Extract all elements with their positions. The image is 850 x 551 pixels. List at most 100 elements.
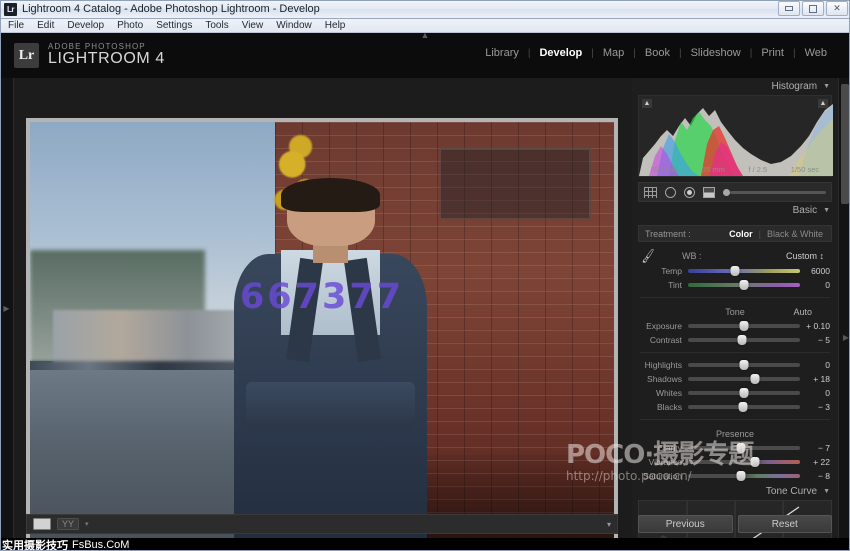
slider-vibrance[interactable]: Vibrance + 22: [640, 455, 830, 469]
slider-label: Highlights: [640, 360, 688, 370]
slider-whites[interactable]: Whites 0: [640, 386, 830, 400]
crop-overlay-icon[interactable]: [644, 187, 657, 198]
slider-value: − 7: [800, 443, 830, 453]
eyedropper-icon[interactable]: 🖌: [637, 246, 659, 264]
exif-readout: ISO 640 35 mm f / 2.5 1/50 sec: [639, 165, 831, 174]
photo-subject-arms: [246, 382, 415, 429]
menu-view[interactable]: View: [242, 20, 264, 31]
basic-panel-header[interactable]: Basic ▼: [632, 202, 838, 219]
red-eye-icon[interactable]: [684, 187, 695, 198]
slider-value: + 22: [800, 457, 830, 467]
slider-blacks[interactable]: Blacks − 3: [640, 400, 830, 414]
status-bar-site: FsBus.CoM: [72, 539, 129, 551]
slider-track[interactable]: [688, 363, 800, 367]
module-book[interactable]: Book: [636, 47, 679, 59]
slider-value: + 18: [800, 374, 830, 384]
slider-value: 6000: [800, 266, 830, 276]
histogram-graph[interactable]: ▲ ▲ ISO 640 35 mm f / 2.5 1/50 sec: [638, 95, 832, 177]
minimize-button[interactable]: [778, 1, 800, 16]
previous-button[interactable]: Previous: [638, 515, 733, 533]
toolbar-options-chevron-down-icon[interactable]: ▾: [607, 520, 611, 529]
module-web[interactable]: Web: [796, 47, 836, 59]
slider-value: 0: [800, 280, 830, 290]
module-develop[interactable]: Develop: [530, 47, 591, 59]
auto-tone-button[interactable]: Auto: [793, 307, 812, 317]
slider-exposure[interactable]: Exposure + 0.10: [640, 319, 830, 333]
reset-button[interactable]: Reset: [738, 515, 833, 533]
slider-track[interactable]: [688, 474, 800, 478]
adjustment-brush-icon[interactable]: [723, 189, 826, 196]
highlight-clipping-indicator[interactable]: ▲: [818, 99, 828, 108]
tone-curve-panel-header[interactable]: Tone Curve ▼: [632, 483, 838, 500]
top-panel-collapse-arrow[interactable]: ▲: [421, 30, 430, 40]
menu-edit[interactable]: Edit: [37, 20, 54, 31]
tone-section-header: Tone Auto: [632, 304, 838, 319]
slider-clarity[interactable]: Clarity − 7: [640, 441, 830, 455]
treatment-color-option[interactable]: Color: [729, 229, 753, 239]
slider-value: 0: [800, 388, 830, 398]
graduated-filter-icon[interactable]: [703, 187, 715, 198]
right-panel-collapse-arrow[interactable]: ▶: [843, 333, 849, 342]
identity-module-bar: ▲ Lr ADOBE PHOTOSHOP LIGHTROOM 4 Library…: [0, 33, 850, 78]
scrollbar-thumb[interactable]: [841, 84, 849, 204]
wb-preset-dropdown[interactable]: Custom ↕: [786, 251, 824, 261]
slider-track[interactable]: [688, 405, 800, 409]
loupe-view-icon[interactable]: [33, 518, 51, 530]
viewer-toolbar: YY ▾ ▾: [26, 514, 618, 534]
slider-value: − 3: [800, 402, 830, 412]
module-slideshow[interactable]: Slideshow: [682, 47, 750, 59]
slider-track[interactable]: [688, 446, 800, 450]
slider-track[interactable]: [688, 283, 800, 287]
divider: [640, 419, 830, 420]
chevron-down-icon[interactable]: ▼: [823, 488, 830, 495]
slider-label: Tint: [640, 280, 688, 290]
menu-settings[interactable]: Settings: [156, 20, 192, 31]
wb-label: WB :: [682, 251, 702, 261]
slider-highlights[interactable]: Highlights 0: [640, 358, 830, 372]
histogram-svg: [639, 96, 833, 176]
slider-track[interactable]: [688, 338, 800, 342]
histogram-panel-header[interactable]: Histogram ▼: [632, 78, 838, 95]
slider-track[interactable]: [688, 460, 800, 464]
module-map[interactable]: Map: [594, 47, 633, 59]
histogram-title: Histogram: [771, 81, 817, 92]
slider-saturation[interactable]: Saturation − 8: [640, 469, 830, 483]
chevron-down-icon[interactable]: ▼: [823, 83, 830, 90]
menu-photo[interactable]: Photo: [117, 20, 143, 31]
slider-track[interactable]: [688, 269, 800, 273]
right-panel: Histogram ▼ ▲ ▲ ISO 640 35: [632, 78, 838, 538]
slider-temp[interactable]: Temp 6000: [640, 264, 830, 278]
menu-window[interactable]: Window: [276, 20, 312, 31]
slider-track[interactable]: [688, 324, 800, 328]
left-panel-collapsed[interactable]: ▶: [0, 78, 14, 538]
spot-removal-icon[interactable]: [665, 187, 676, 198]
slider-track[interactable]: [688, 391, 800, 395]
module-print[interactable]: Print: [752, 47, 793, 59]
slider-tint[interactable]: Tint 0: [640, 278, 830, 292]
slider-shadows[interactable]: Shadows + 18: [640, 372, 830, 386]
slider-label: Vibrance: [640, 457, 688, 467]
slider-label: Clarity: [640, 443, 688, 453]
chevron-right-icon[interactable]: ▶: [3, 304, 9, 313]
menu-file[interactable]: File: [8, 20, 24, 31]
shadow-clipping-indicator[interactable]: ▲: [642, 99, 652, 108]
slider-contrast[interactable]: Contrast − 5: [640, 333, 830, 347]
menu-help[interactable]: Help: [325, 20, 346, 31]
compare-view-button[interactable]: YY: [57, 518, 79, 530]
status-bar-cn-text: 实用摄影技巧: [2, 537, 68, 551]
photo-preview[interactable]: 667377: [30, 122, 614, 549]
chevron-down-icon[interactable]: ▼: [823, 207, 830, 214]
menu-tools[interactable]: Tools: [205, 20, 228, 31]
menu-develop[interactable]: Develop: [67, 20, 104, 31]
close-icon[interactable]: ✕: [826, 1, 848, 16]
slider-track[interactable]: [688, 377, 800, 381]
maximize-button[interactable]: [802, 1, 824, 16]
module-library[interactable]: Library: [476, 47, 528, 59]
chevron-down-icon[interactable]: ▾: [85, 520, 89, 528]
right-panel-scrollbar[interactable]: [838, 78, 850, 538]
slider-value: + 0.10: [800, 321, 830, 331]
treatment-bw-option[interactable]: Black & White: [767, 229, 823, 239]
divider: [640, 297, 830, 298]
exif-aperture: f / 2.5: [748, 165, 767, 174]
treatment-separator: |: [759, 229, 761, 239]
